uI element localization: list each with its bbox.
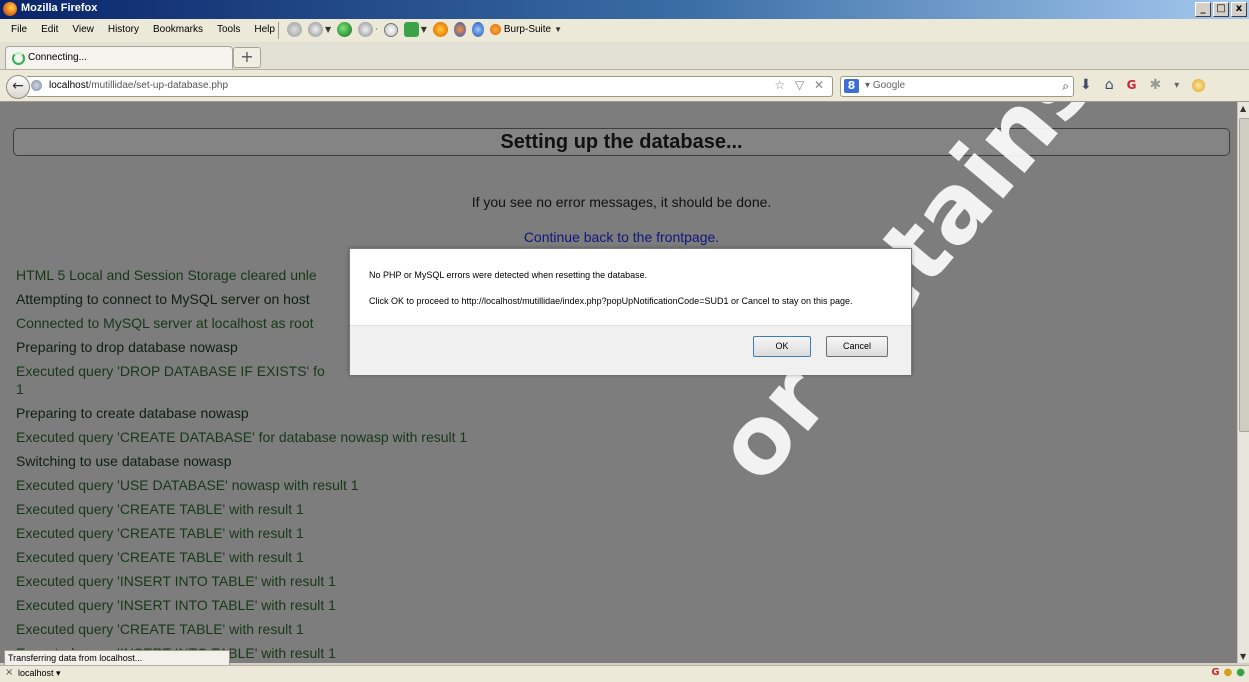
- tab-active[interactable]: Connecting...: [5, 46, 233, 69]
- page-scrollbar[interactable]: ▲ ▼: [1237, 102, 1249, 663]
- confirm-dialog: No PHP or MySQL errors were detected whe…: [349, 248, 912, 375]
- url-host: localhost: [49, 80, 89, 91]
- menu-view[interactable]: View: [65, 24, 101, 35]
- addon-bar: × localhost ▾ G ● ●: [0, 665, 1249, 682]
- google-plus-icon[interactable]: 8: [844, 79, 859, 93]
- toolbar-separator: [278, 22, 279, 39]
- log-line: Executed query 'INSERT INTO TABLE' with …: [16, 573, 336, 589]
- log-line: Preparing to drop database nowasp: [16, 339, 238, 355]
- scroll-down-icon[interactable]: ▼: [1240, 652, 1246, 661]
- status-host[interactable]: localhost ▾: [18, 668, 61, 679]
- status-popup: Transferring data from localhost...: [4, 650, 230, 666]
- home-icon[interactable]: ⌂: [1105, 77, 1114, 93]
- chevron-down-icon: ▼: [554, 25, 563, 34]
- nav-icons: ⬇ ⌂ G ✱ ▾: [1080, 77, 1206, 93]
- menu-help[interactable]: Help: [247, 24, 282, 35]
- firefox-icon: [3, 2, 17, 16]
- menu-tools[interactable]: Tools: [210, 24, 247, 35]
- status-message: If you see no error messages, it should …: [471, 194, 772, 210]
- chevron-down-icon[interactable]: ▾: [1174, 80, 1179, 91]
- page-content: Setting up the database... If you see no…: [0, 102, 1237, 663]
- menu-list: File Edit View History Bookmarks Tools H…: [4, 24, 282, 35]
- burp-icon: [489, 24, 501, 35]
- log-line: Executed query 'CREATE DATABASE' for dat…: [16, 429, 468, 445]
- menu-file[interactable]: File: [4, 24, 34, 35]
- gmail-icon[interactable]: G: [1127, 78, 1137, 92]
- log-line: Connected to MySQL server at localhost a…: [16, 315, 314, 331]
- download-icon[interactable]: ⬇: [1080, 77, 1092, 93]
- log-line: Executed query 'CREATE TABLE' with resul…: [16, 525, 304, 541]
- back-button[interactable]: ←: [6, 75, 30, 99]
- url-text[interactable]: localhost/mutillidae/set-up-database.php: [49, 80, 228, 91]
- tab-label: Connecting...: [28, 52, 87, 63]
- loading-icon[interactable]: [287, 22, 302, 37]
- search-box[interactable]: 8 ▾ Google ⌕: [840, 76, 1074, 97]
- minimize-button[interactable]: _: [1195, 2, 1211, 17]
- log-line: Switching to use database nowasp: [16, 453, 232, 469]
- navigation-bar: localhost/mutillidae/set-up-database.php…: [0, 70, 1249, 102]
- flame-icon[interactable]: [432, 22, 448, 37]
- addon-icon[interactable]: ●: [1236, 667, 1245, 678]
- continue-link[interactable]: Continue back to the frontpage.: [0, 229, 1237, 245]
- dialog-message: No PHP or MySQL errors were detected whe…: [369, 270, 648, 280]
- green-orb-icon[interactable]: [337, 22, 353, 37]
- window-title: Mozilla Firefox: [21, 2, 98, 14]
- window-titlebar: Mozilla Firefox _ □ x: [0, 0, 1249, 19]
- close-icon[interactable]: ×: [5, 667, 13, 678]
- addon-icon[interactable]: ✱: [1149, 77, 1161, 93]
- scroll-thumb[interactable]: [1239, 118, 1249, 432]
- restore-button[interactable]: □: [1213, 2, 1229, 17]
- cookie-editor-icon[interactable]: [403, 22, 419, 37]
- smiley-icon[interactable]: [1192, 78, 1206, 92]
- search-engine-label: Google: [872, 80, 906, 91]
- close-window-button[interactable]: x: [1231, 2, 1247, 17]
- web-developer-icon[interactable]: [358, 22, 374, 37]
- log-line: Executed query 'USE DATABASE' nowasp wit…: [16, 477, 359, 493]
- tab-bar: Connecting...: [0, 42, 1249, 70]
- log-line: Executed query 'CREATE TABLE' with resul…: [16, 501, 304, 517]
- url-controls[interactable]: ☆ ▽ ✕: [774, 78, 827, 92]
- menu-bar: File Edit View History Bookmarks Tools H…: [0, 19, 1249, 43]
- clock-icon[interactable]: [383, 22, 398, 37]
- addon-bar-icons: G ● ●: [1211, 667, 1245, 678]
- globe-icon: [31, 80, 42, 91]
- new-tab-button[interactable]: +: [233, 47, 261, 68]
- url-bar[interactable]: localhost/mutillidae/set-up-database.php…: [27, 76, 833, 97]
- addon-icon[interactable]: [308, 22, 323, 37]
- chevron-down-icon[interactable]: ▼: [421, 25, 427, 34]
- log-line: HTML 5 Local and Session Storage cleared…: [16, 267, 317, 283]
- log-line: Executed query 'CREATE TABLE' with resul…: [16, 549, 304, 565]
- url-path: /mutillidae/set-up-database.php: [88, 80, 228, 91]
- log-line: Executed query 'CREATE TABLE' with resul…: [16, 621, 304, 637]
- cancel-button[interactable]: Cancel: [826, 336, 888, 357]
- addon-toolbar: ▼ · ▼ Burp-Suite ▼: [287, 22, 562, 37]
- search-icon[interactable]: ⌕: [1062, 79, 1069, 94]
- log-line: Executed query 'DROP DATABASE IF EXISTS'…: [16, 363, 325, 379]
- log-line: Preparing to create database nowasp: [16, 405, 249, 421]
- loading-spinner-icon: [12, 52, 25, 65]
- menu-edit[interactable]: Edit: [34, 24, 65, 35]
- search-placeholder: ▾ Google: [865, 80, 906, 91]
- log-line: Attempting to connect to MySQL server on…: [16, 291, 310, 307]
- status-host-label: localhost: [18, 668, 54, 678]
- menu-history[interactable]: History: [101, 24, 146, 35]
- burp-suite-button[interactable]: Burp-Suite ▼: [489, 24, 563, 35]
- gmail-icon[interactable]: G: [1211, 667, 1219, 678]
- window-controls: _ □ x: [1195, 2, 1247, 17]
- addon-icon[interactable]: ●: [1224, 667, 1233, 678]
- burp-label: Burp-Suite: [503, 24, 552, 35]
- scroll-up-icon[interactable]: ▲: [1240, 104, 1246, 113]
- hand-icon[interactable]: [453, 22, 466, 37]
- dialog-instruction: Click OK to proceed to http://localhost/…: [369, 296, 853, 306]
- chevron-down-icon[interactable]: ·: [375, 25, 378, 34]
- ok-button[interactable]: OK: [753, 336, 811, 357]
- menu-bookmarks[interactable]: Bookmarks: [146, 24, 210, 35]
- log-line: 1: [16, 381, 24, 397]
- tamper-icon[interactable]: [471, 22, 484, 37]
- chevron-down-icon[interactable]: ▼: [325, 25, 331, 34]
- log-line: Executed query 'INSERT INTO TABLE' with …: [16, 597, 336, 613]
